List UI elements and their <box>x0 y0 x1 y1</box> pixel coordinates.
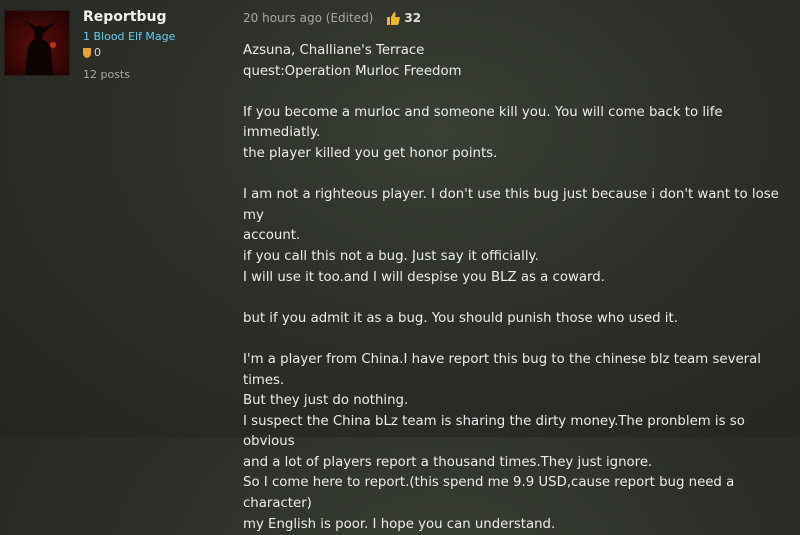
post-timestamp[interactable]: 20 hours ago (Edited) <box>243 11 373 25</box>
post-body: Azsuna, Challiane's Terrace quest:Operati… <box>243 41 795 535</box>
post-text-line: Azsuna, Challiane's Terrace <box>243 43 425 58</box>
author-name[interactable]: Reportbug <box>83 9 167 25</box>
post-text-line: So I come here to report.(this spend me … <box>243 475 735 512</box>
post-meta: 20 hours ago (Edited) 32 <box>243 11 421 25</box>
like-button[interactable]: 32 <box>387 11 421 25</box>
post-text-line: account. <box>243 228 301 244</box>
post-text-line: If you become a murloc and someone kill … <box>243 104 723 141</box>
post-text-line: I will use it too.and I will despise you… <box>243 269 605 285</box>
thumbs-up-icon <box>387 11 401 25</box>
post-text-line: but if you admit it as a bug. You should… <box>243 310 678 326</box>
post-text-line: the player killed you get honor points. <box>243 145 498 161</box>
author-post-count: 12 posts <box>83 68 130 81</box>
rank-value: 0 <box>94 46 101 59</box>
author-class: 1 Blood Elf Mage <box>83 30 176 43</box>
post-text-line: I am not a righteous player. I don't use… <box>243 187 779 223</box>
post-text-line: But they just do nothing. <box>243 393 409 409</box>
post-text-line: and a lot of players report a thousand t… <box>243 454 653 470</box>
post-text-line: I suspect the China bLz team is sharing … <box>243 413 745 450</box>
author-rank: 0 <box>83 46 101 59</box>
post-text-line: if you call this not a bug. Just say it … <box>243 248 539 264</box>
like-count: 32 <box>404 11 422 25</box>
post-text-line: my English is poor. I hope you can under… <box>243 516 556 532</box>
avatar[interactable] <box>4 10 70 76</box>
post-text-line: quest:Operation Murloc Freedom <box>243 63 462 79</box>
avatar-image <box>23 19 57 75</box>
shield-icon <box>83 47 91 58</box>
post-text-line: I'm a player from China.I have report th… <box>243 351 761 388</box>
